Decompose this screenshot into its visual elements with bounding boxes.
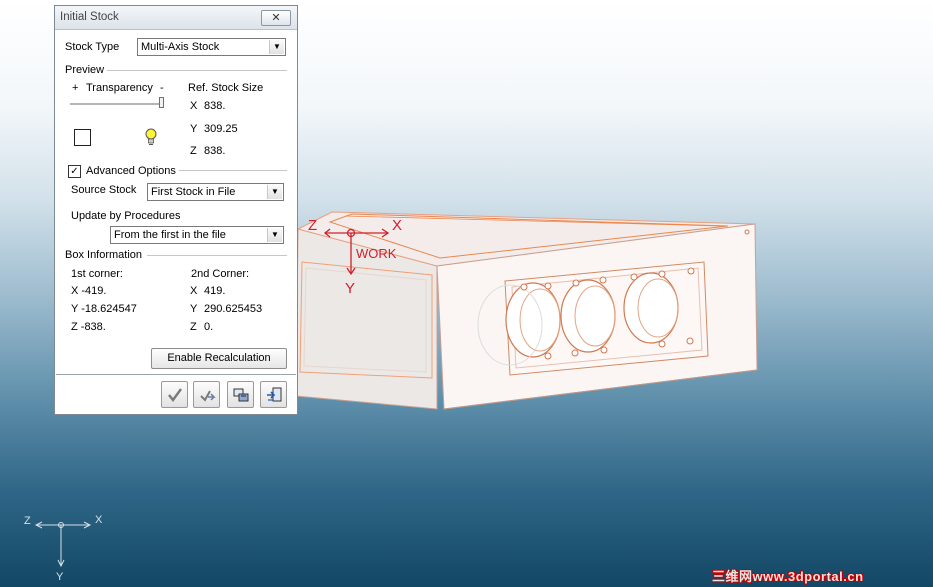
divider [56,374,296,375]
dialog-title: Initial Stock [60,11,119,23]
initial-stock-dialog: Initial Stock ✕ Stock Type Multi-Axis St… [54,5,298,415]
first-corner-x: X -419. [71,285,107,297]
stock-type-select[interactable]: Multi-Axis Stock ▼ [137,38,286,56]
ref-x-label: X [190,100,198,112]
preview-group-label: Preview [65,64,105,76]
first-corner-label: 1st corner: [71,268,123,280]
second-corner-y: 290.625453 [204,303,263,315]
transparency-plus: + [72,82,79,94]
divider [107,70,287,71]
second-corner-z-label: Z [190,321,197,333]
exit-icon [267,387,282,402]
dialog-titlebar[interactable]: Initial Stock ✕ [55,6,297,30]
ref-y-value: 309.25 [204,123,238,135]
work-axis-x-label: X [392,217,402,234]
transparency-slider[interactable] [70,103,163,106]
apply-button[interactable] [193,381,220,408]
divider [147,255,287,256]
second-corner-x-label: X [190,285,198,297]
triad-y-label: Y [56,571,64,583]
divider [179,170,287,171]
view-triad-icon [34,521,92,568]
triad-z-label: Z [24,515,31,527]
update-procedures-select[interactable]: From the first in the file ▼ [110,226,284,244]
enable-recalculation-button[interactable]: Enable Recalculation [151,348,287,369]
work-coordinate-label: WORK [356,246,397,261]
second-corner-x: 419. [204,285,226,297]
ref-z-value: 838. [204,145,226,157]
chevron-down-icon[interactable]: ▼ [267,185,282,199]
second-corner-y-label: Y [190,303,198,315]
close-icon: ✕ [271,12,281,24]
exit-button[interactable] [260,381,287,408]
transparency-label: Transparency [86,82,153,94]
work-axis-y-label: Y [345,280,355,297]
stock-color-swatch[interactable] [74,129,91,146]
watermark: 三维网www.3dportal.cn [712,569,864,584]
update-procedures-value: From the first in the file [114,229,226,241]
second-corner-label: 2nd Corner: [191,268,250,280]
checkmark-icon [168,388,182,402]
triad-x-label: X [95,514,103,526]
ref-y-label: Y [190,123,198,135]
stock-type-label: Stock Type [65,41,120,53]
box-information-label: Box Information [65,249,143,261]
lightbulb-icon[interactable] [144,128,158,146]
advanced-options-checkbox[interactable]: ✓ [68,165,81,178]
second-corner-z: 0. [204,321,214,333]
close-button[interactable]: ✕ [261,10,291,26]
preview-button[interactable] [227,381,254,408]
source-stock-value: First Stock in File [151,186,236,198]
ref-stock-size-label: Ref. Stock Size [188,82,264,94]
ref-x-value: 838. [204,100,226,112]
update-procedures-label: Update by Procedures [71,210,181,222]
first-corner-y: Y -18.624547 [71,303,137,315]
transparency-slider-thumb[interactable] [159,97,164,108]
chevron-down-icon[interactable]: ▼ [269,40,284,54]
advanced-options-label: Advanced Options [86,165,176,177]
apply-arrows-icon [200,390,216,402]
ok-button[interactable] [161,381,188,408]
preview-icon [233,388,249,402]
stock-type-value: Multi-Axis Stock [141,41,220,53]
ref-z-label: Z [190,145,197,157]
transparency-minus: - [160,82,164,94]
chevron-down-icon[interactable]: ▼ [267,228,282,242]
work-axis-z-label: Z [308,217,317,234]
source-stock-label: Source Stock [71,184,137,196]
first-corner-z: Z -838. [71,321,106,333]
source-stock-select[interactable]: First Stock in File ▼ [147,183,284,201]
